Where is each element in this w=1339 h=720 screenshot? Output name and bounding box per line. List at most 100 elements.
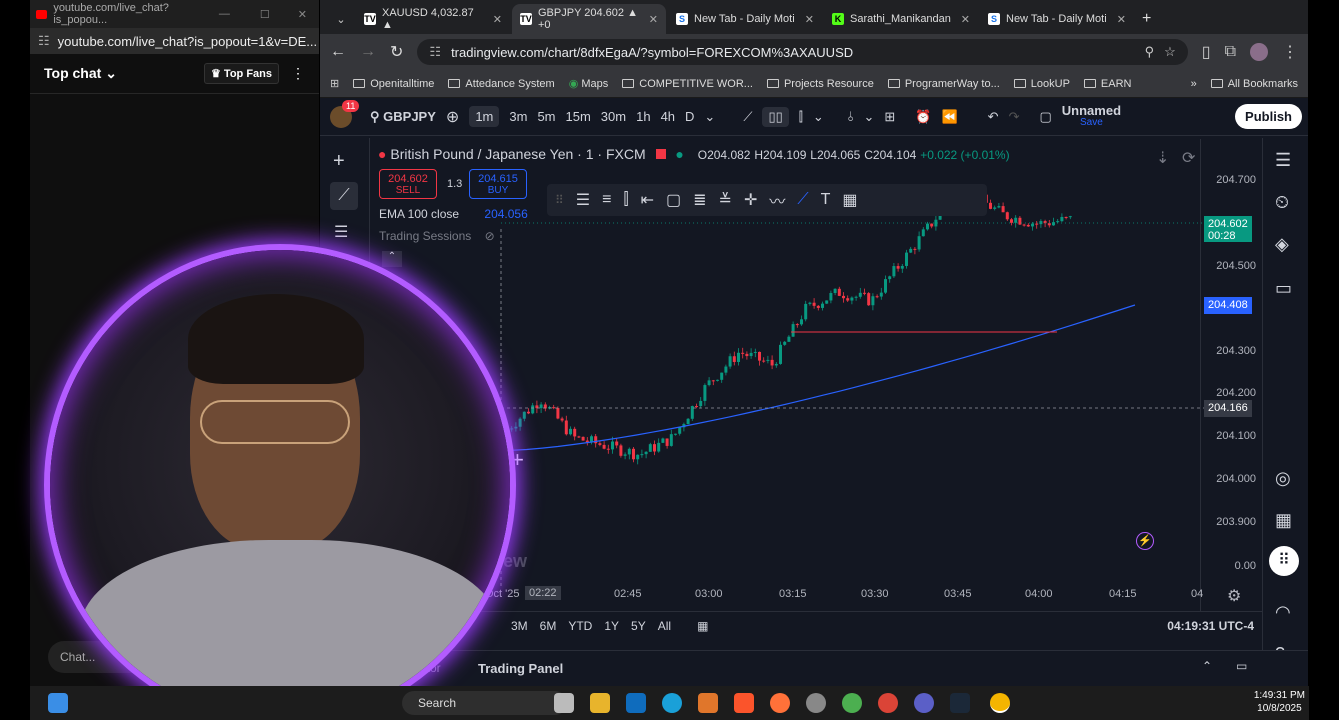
bookmark-attendance[interactable]: Attedance System xyxy=(448,78,555,90)
path-tool-icon[interactable]: 〰 xyxy=(769,188,785,212)
drag-handle-icon[interactable]: ⠿ xyxy=(555,193,564,207)
range-3m[interactable]: 3M xyxy=(511,619,528,633)
maximize-panel-icon[interactable]: ▭ xyxy=(1236,659,1247,673)
price-axis[interactable]: 204.700 204.500 204.300 204.200 204.100 … xyxy=(1200,139,1262,611)
goto-date-icon[interactable]: ▦ xyxy=(697,619,708,633)
fib-extension-icon[interactable]: ≚ xyxy=(719,190,732,210)
refresh-icon[interactable]: ⟳ xyxy=(1182,148,1195,168)
tab-gbpjpy[interactable]: TV GBPJPY 204.602 ▲ +0 ✕ xyxy=(512,4,666,34)
alert-icon[interactable]: ⏰ xyxy=(915,109,931,125)
tab-close-icon[interactable]: ✕ xyxy=(1117,13,1126,26)
bar-type-icon[interactable]: ⫿ xyxy=(799,109,803,125)
layout-name[interactable]: Unnamed Save xyxy=(1062,104,1121,129)
tab-search-icon[interactable]: ⌄ xyxy=(328,4,354,34)
site-info-icon[interactable]: ☷ xyxy=(429,44,441,60)
symbol-search[interactable]: ⚲ GBPJPY xyxy=(370,109,436,125)
calendar-icon[interactable]: ▦ xyxy=(1275,510,1292,531)
chrome-dev-icon[interactable] xyxy=(842,693,862,713)
range-6m[interactable]: 6M xyxy=(540,619,557,633)
meeting-icon[interactable] xyxy=(914,693,934,713)
system-clock[interactable]: 1:49:31 PM 10/8/2025 xyxy=(1254,689,1305,715)
interval-15m[interactable]: 15m xyxy=(566,109,591,124)
interval-4h[interactable]: 4h xyxy=(661,109,675,124)
profile-avatar[interactable] xyxy=(1250,43,1268,61)
sessions-legend[interactable]: Trading Sessions ⊘ xyxy=(379,229,495,243)
more-options-icon[interactable]: ⋮ xyxy=(291,65,305,82)
crosshair-tool-icon[interactable]: + xyxy=(333,150,345,173)
file-explorer-icon[interactable] xyxy=(590,693,610,713)
line-chart-icon[interactable]: ⟋ xyxy=(743,109,752,125)
layers-icon[interactable]: ◈ xyxy=(1275,234,1289,255)
tab-xauusd[interactable]: TV XAUUSD 4,032.87 ▲ ✕ xyxy=(356,4,510,34)
scroll-down-icon[interactable]: ⇣ xyxy=(1156,148,1169,168)
chart-time[interactable]: 04:19:31 UTC-4 xyxy=(1167,619,1254,633)
tab-close-icon[interactable]: ✕ xyxy=(805,13,814,26)
layout-icon[interactable]: ⊞ xyxy=(884,109,895,125)
bookmark-openitalltime[interactable]: Openitalltime xyxy=(353,78,434,90)
tab-close-icon[interactable]: ✕ xyxy=(961,13,970,26)
minimize-icon[interactable]: — xyxy=(219,8,230,20)
winrar-icon[interactable] xyxy=(698,693,718,713)
steam-icon[interactable] xyxy=(950,693,970,713)
chat-icon[interactable]: ▭ xyxy=(1275,278,1292,299)
line-tool-icon[interactable]: ⟋ xyxy=(797,191,808,209)
more-bookmarks-icon[interactable]: » xyxy=(1191,78,1197,90)
fullscreen-icon[interactable]: ▢ xyxy=(1039,109,1051,125)
alerts-clock-icon[interactable]: ⏲ xyxy=(1275,192,1289,213)
rectangle-tool-icon[interactable]: ▢ xyxy=(666,190,681,210)
bars-pattern-icon[interactable]: ⫿ xyxy=(623,191,628,209)
candles-icon[interactable]: ▯▯ xyxy=(762,106,789,127)
tab-new-tab-1[interactable]: S New Tab - Daily Moti ✕ xyxy=(668,4,822,34)
firefox-icon[interactable] xyxy=(770,693,790,713)
new-tab-button[interactable]: + xyxy=(1142,4,1151,34)
axis-settings-icon[interactable]: ⚙ xyxy=(1227,586,1241,606)
task-view-icon[interactable] xyxy=(554,693,574,713)
menu-icon[interactable]: ⋮ xyxy=(1282,42,1298,62)
maximize-icon[interactable]: ☐ xyxy=(260,8,270,21)
top-chat-dropdown[interactable]: Top chat ⌄ xyxy=(44,65,117,82)
forward-icon[interactable]: → xyxy=(360,43,376,61)
tab-sarathi[interactable]: K Sarathi_Manikandan ✕ xyxy=(824,4,978,34)
reload-icon[interactable]: ↻ xyxy=(390,42,403,62)
bookmark-projects[interactable]: Projects Resource xyxy=(766,78,874,90)
chart-type-dropdown-icon[interactable]: ⌄ xyxy=(813,109,824,125)
site-settings-icon[interactable]: ☷ xyxy=(38,33,50,49)
fib-tool-icon[interactable]: ☰ xyxy=(334,222,348,242)
range-ytd[interactable]: YTD xyxy=(568,619,592,633)
extensions-icon[interactable]: ⧉ xyxy=(1225,43,1236,61)
tab-new-tab-2[interactable]: S New Tab - Daily Moti ✕ xyxy=(980,4,1134,34)
undo-icon[interactable]: ↶ xyxy=(988,109,999,125)
lightning-icon[interactable]: ⚡ xyxy=(1136,532,1154,550)
interval-dropdown-icon[interactable]: ⌄ xyxy=(704,109,715,125)
watchlist-icon[interactable]: ☰ xyxy=(1275,150,1291,171)
expand-panel-icon[interactable]: ⌃ xyxy=(1202,659,1212,673)
arrow-tool-icon[interactable]: ⇤ xyxy=(641,190,654,210)
outlook-icon[interactable] xyxy=(626,693,646,713)
bookmark-earn[interactable]: EARN xyxy=(1083,78,1131,90)
redo-icon[interactable]: ↷ xyxy=(1009,109,1020,125)
bookmark-competitive[interactable]: COMPETITIVE WOR... xyxy=(622,78,753,90)
brave-icon[interactable] xyxy=(734,693,754,713)
tab-close-icon[interactable]: ✕ xyxy=(649,13,658,26)
interval-1h[interactable]: 1h xyxy=(636,109,650,124)
zoom-icon[interactable]: ⚲ xyxy=(1145,44,1155,60)
back-icon[interactable]: ← xyxy=(330,43,346,61)
popout-address-bar[interactable]: ☷ youtube.com/live_chat?is_popout=1&v=DE… xyxy=(30,28,319,54)
target-icon[interactable]: ◎ xyxy=(1275,468,1291,489)
start-icon[interactable] xyxy=(48,693,68,713)
publish-button[interactable]: Publish xyxy=(1235,104,1302,129)
chrome-active-icon[interactable] xyxy=(990,693,1010,713)
bookmark-icon[interactable]: ▯ xyxy=(1202,42,1211,62)
user-avatar[interactable]: 11 xyxy=(330,99,360,128)
chrome-icon[interactable] xyxy=(878,693,898,713)
bookmark-lookup[interactable]: LookUP xyxy=(1013,78,1070,90)
stream-icon[interactable]: ◠ xyxy=(1275,602,1291,623)
edge-icon[interactable] xyxy=(662,693,682,713)
top-fans-button[interactable]: ♛ Top Fans xyxy=(203,63,279,84)
taskbar-search[interactable]: Search xyxy=(402,691,567,715)
interval-5m[interactable]: 5m xyxy=(537,109,555,124)
range-1y[interactable]: 1Y xyxy=(604,619,619,633)
buy-button[interactable]: 204.615 BUY xyxy=(469,169,527,199)
collapse-legend-icon[interactable]: ⌃ xyxy=(382,251,402,267)
address-bar[interactable]: ☷ tradingview.com/chart/8dfxEgaA/?symbol… xyxy=(417,39,1188,65)
